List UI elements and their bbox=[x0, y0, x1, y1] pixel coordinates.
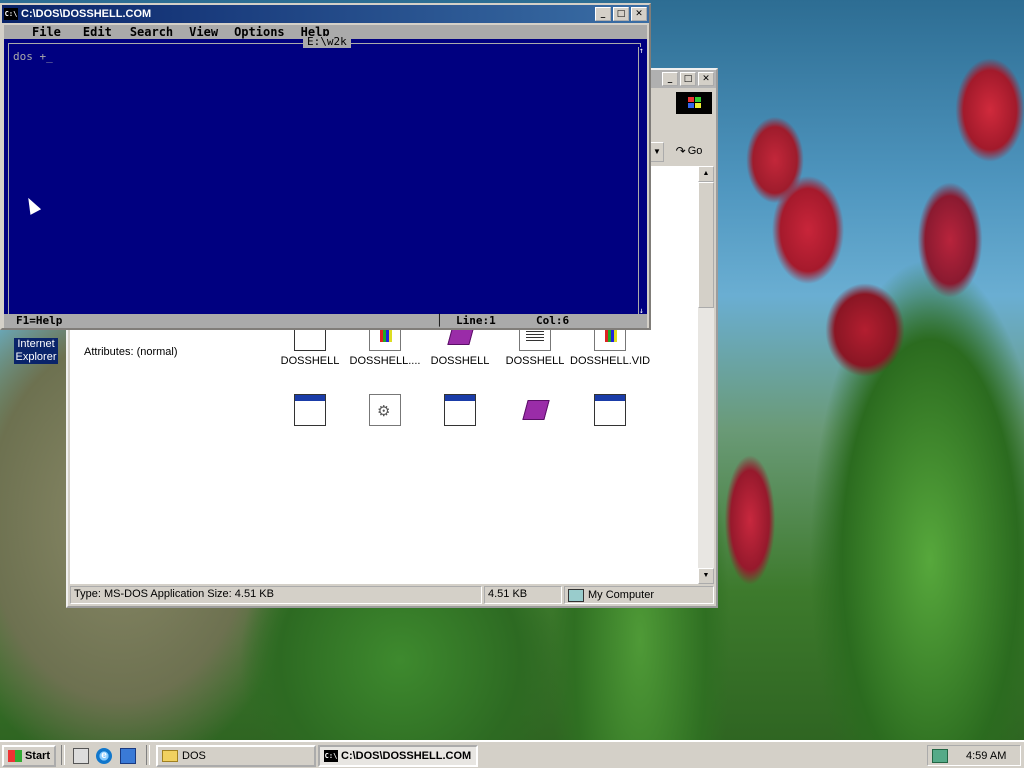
show-desktop-icon[interactable] bbox=[73, 748, 89, 764]
dos-statusbar: F1=Help │ Line:1 Col:6 bbox=[4, 314, 647, 328]
file-label: DOSSHELL bbox=[430, 355, 490, 367]
task-button-dos[interactable]: DOS bbox=[156, 745, 316, 767]
file-item[interactable] bbox=[345, 394, 425, 430]
start-button[interactable]: Start bbox=[2, 745, 56, 767]
windows-logo-throbber bbox=[676, 92, 712, 114]
windows-flag-icon bbox=[8, 750, 22, 762]
explorer-statusbar: Type: MS-DOS Application Size: 4.51 KB 4… bbox=[70, 586, 714, 604]
computer-icon bbox=[568, 588, 584, 602]
minimize-button[interactable]: _ bbox=[662, 72, 678, 86]
editor-scrollbar[interactable]: ↑ ↓ bbox=[638, 47, 647, 315]
system-tray: 4:59 AM bbox=[927, 745, 1021, 766]
scroll-down-button[interactable]: ▼ bbox=[698, 568, 714, 584]
file-item[interactable] bbox=[495, 394, 575, 430]
go-arrow-icon: ↷ bbox=[675, 144, 686, 158]
taskbar-divider bbox=[146, 745, 150, 765]
close-button[interactable]: ✕ bbox=[631, 7, 647, 21]
menu-search[interactable]: Search bbox=[130, 25, 173, 39]
status-location: My Computer bbox=[564, 586, 714, 604]
dosshell-window: C:\ C:\DOS\DOSSHELL.COM _ □ ✕ File Edit … bbox=[0, 3, 651, 330]
taskbar bbox=[0, 740, 1024, 768]
exe-icon bbox=[294, 394, 326, 426]
status-size: 4.51 KB bbox=[484, 586, 562, 604]
status-type-size: Type: MS-DOS Application Size: 4.51 KB bbox=[70, 586, 482, 604]
file-item[interactable] bbox=[570, 394, 650, 430]
desktop-icon-label-line2: Explorer bbox=[15, 351, 57, 363]
msdos-icon: C:\ bbox=[4, 8, 18, 20]
task-label: DOS bbox=[182, 750, 206, 762]
minimize-button[interactable]: _ bbox=[595, 7, 611, 21]
editor-text[interactable]: dos +_ bbox=[13, 50, 53, 63]
quicklaunch-divider bbox=[61, 745, 65, 765]
vertical-scrollbar[interactable]: ▲ ▼ bbox=[698, 166, 714, 584]
start-label: Start bbox=[24, 750, 50, 762]
go-label: Go bbox=[687, 145, 703, 157]
file-label: DOSSHELL bbox=[505, 355, 565, 367]
exe-icon bbox=[594, 394, 626, 426]
attributes-text: Attributes: (normal) bbox=[84, 346, 178, 358]
editor-frame: E:\w2k dos +_ bbox=[8, 36, 641, 314]
desktop-icon-label-line1: Internet bbox=[17, 338, 55, 350]
exe-icon bbox=[444, 394, 476, 426]
menu-options[interactable]: Options bbox=[234, 25, 285, 39]
sys-icon bbox=[369, 394, 401, 426]
internet-explorer-icon[interactable]: e bbox=[96, 748, 112, 764]
status-location-label: My Computer bbox=[588, 589, 655, 601]
help-icon bbox=[519, 394, 551, 426]
menu-edit[interactable]: Edit bbox=[83, 25, 112, 39]
file-label: DOSSHELL.VID bbox=[570, 355, 651, 367]
dos-screen[interactable]: File Edit Search View Options Help E:\w2… bbox=[4, 25, 647, 328]
maximize-button[interactable]: □ bbox=[680, 72, 696, 86]
scroll-thumb[interactable] bbox=[698, 182, 714, 308]
address-dropdown-button[interactable]: ▼ bbox=[650, 142, 664, 162]
document-title: E:\w2k bbox=[303, 36, 351, 48]
file-label: DOSSHELL bbox=[280, 355, 340, 367]
outlook-express-icon[interactable] bbox=[120, 748, 136, 764]
status-divider: │ bbox=[436, 314, 443, 327]
scroll-up-button[interactable]: ▲ bbox=[698, 166, 714, 182]
dosshell-titlebar[interactable]: C:\ C:\DOS\DOSSHELL.COM _ □ ✕ bbox=[2, 5, 649, 23]
status-help: F1=Help bbox=[16, 314, 63, 327]
go-button[interactable]: ↷ Go bbox=[668, 141, 710, 161]
menu-file[interactable]: File bbox=[32, 25, 61, 39]
close-button[interactable]: ✕ bbox=[698, 72, 714, 86]
status-col: Col:6 bbox=[536, 314, 570, 327]
dosshell-title: C:\DOS\DOSSHELL.COM bbox=[21, 8, 152, 20]
maximize-button[interactable]: □ bbox=[613, 7, 629, 21]
menu-view[interactable]: View bbox=[189, 25, 218, 39]
task-button-dosshell[interactable]: C:\ C:\DOS\DOSSHELL.COM bbox=[318, 745, 478, 767]
file-label: DOSSHELL.... bbox=[349, 355, 421, 367]
msdos-icon: C:\ bbox=[324, 750, 338, 762]
file-item[interactable] bbox=[270, 394, 350, 430]
task-label: C:\DOS\DOSSHELL.COM bbox=[341, 750, 472, 762]
network-icon[interactable] bbox=[932, 748, 948, 763]
status-line: Line:1 bbox=[456, 314, 496, 327]
clock[interactable]: 4:59 AM bbox=[966, 750, 1006, 762]
file-item[interactable] bbox=[420, 394, 500, 430]
folder-icon bbox=[162, 750, 178, 762]
